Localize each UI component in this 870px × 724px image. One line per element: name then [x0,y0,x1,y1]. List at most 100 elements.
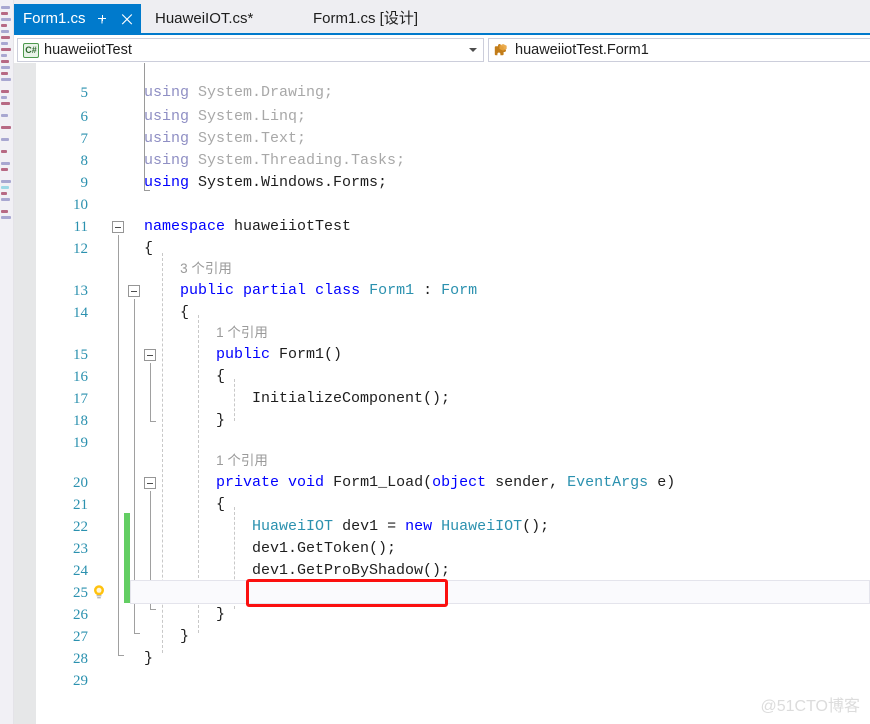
tab-form1-cs-design[interactable]: Form1.cs [设计] [304,4,427,33]
line-number: 23 [73,541,88,557]
code-map-mark [1,210,8,213]
line-content[interactable]: public Form1() [144,343,342,367]
code-editor-surface[interactable]: 5 using System.Drawing; 6 using System.Linq… [14,63,870,724]
code-map-mark [1,24,7,27]
line-number: 24 [73,563,88,579]
lightbulb-icon[interactable] [91,584,107,600]
code-map-mark [1,216,11,219]
editor-line[interactable]: 7 using System.Text; [14,127,870,151]
fold-toggle-form1load[interactable] [144,477,156,489]
codelens-reference-count[interactable]: 1 个引用 [216,449,268,473]
code-map-mark [1,126,11,129]
fold-toggle-namespace[interactable] [112,221,124,233]
line-content[interactable]: HuaweiIOT dev1 = new HuaweiIOT(); [144,515,549,539]
editor-line[interactable]: 19 [14,431,870,455]
line-number: 9 [80,175,89,191]
line-content[interactable]: { [144,237,153,261]
editor-line[interactable]: 26 } [14,603,870,627]
editor-line[interactable]: 13 public partial class Form1 : Form [14,279,870,303]
type-dropdown-value: huaweiiotTest [44,42,132,58]
code-map-mark [1,54,7,57]
code-map-mark [1,90,9,93]
editor-line[interactable]: 15 public Form1() [14,343,870,367]
using-block-bracket-foot [144,190,150,191]
line-number: 5 [80,85,89,101]
line-number: 18 [73,413,88,429]
line-content[interactable]: namespace huaweiiotTest [144,215,351,239]
line-content[interactable]: { [144,365,225,389]
code-map-strip[interactable] [0,0,14,724]
line-content[interactable]: } [144,647,153,671]
editor-line[interactable]: 6 using System.Linq; [14,105,870,129]
editor-line[interactable]: 17 InitializeComponent(); [14,387,870,411]
line-content[interactable]: dev1.GetToken(); [144,537,396,561]
document-tab-strip: Form1.cs HuaweiIOT.cs* Form1.cs [设计] [14,0,870,33]
line-number: 14 [73,305,88,321]
editor-line[interactable]: 23 dev1.GetToken(); [14,537,870,561]
editor-line[interactable]: 10 [14,193,870,217]
codelens-reference-count[interactable]: 3 个引用 [180,257,232,281]
editor-line[interactable]: 29 [14,669,870,693]
editor-line[interactable]: 8 using System.Threading.Tasks; [14,149,870,173]
line-number: 29 [73,673,88,689]
member-dropdown[interactable]: huaweiiotTest.Form1 [488,38,870,62]
line-content[interactable]: using System.Threading.Tasks; [144,149,405,173]
code-map-mark [1,186,9,189]
fold-bar-namespace [117,235,119,655]
tab-form1-cs[interactable]: Form1.cs [14,4,141,33]
line-content[interactable]: } [144,409,225,433]
line-content[interactable]: using System.Text; [144,127,306,151]
editor-line[interactable]: 16 { [14,365,870,389]
line-content[interactable]: { [144,493,225,517]
editor-line[interactable]: 28} [14,647,870,671]
editor-line[interactable]: 9 using System.Windows.Forms; [14,171,870,195]
editor-line[interactable]: 20 private void Form1_Load(object sender… [14,471,870,495]
code-map-mark [1,78,11,81]
visual-studio-editor-window: Form1.cs HuaweiIOT.cs* Form1.cs [设计] C# [0,0,870,724]
line-content[interactable]: using System.Windows.Forms; [144,171,387,195]
codelens-reference-count[interactable]: 1 个引用 [216,321,268,345]
code-map-mark [1,96,7,99]
editor-line[interactable]: 11 namespace huaweiiotTest [14,215,870,239]
line-content[interactable]: } [144,625,189,649]
line-content[interactable]: InitializeComponent(); [144,387,450,411]
code-map-mark [1,72,8,75]
line-number: 10 [73,197,88,213]
editor-line[interactable]: 5 using System.Drawing; [14,81,870,105]
chevron-down-icon[interactable] [469,48,477,52]
line-content[interactable]: using System.Drawing; [144,81,333,105]
line-content[interactable]: using System.Linq; [144,105,306,129]
tab-label: Form1.cs [23,10,86,27]
navigation-bar: C# huaweiiotTest huaweiiotTest.Form1 [14,33,870,63]
code-map-mark [1,180,11,183]
current-line-highlight [130,580,870,604]
editor-line[interactable]: 21 { [14,493,870,517]
code-map-mark [1,36,10,39]
code-map-mark [1,198,10,201]
editor-line[interactable]: 18 } [14,409,870,433]
editor-line[interactable]: 14 { [14,301,870,325]
editor-line[interactable]: 27 } [14,625,870,649]
line-number: 20 [73,475,88,491]
line-number: 12 [73,241,88,257]
line-number: 27 [73,629,88,645]
tab-huaweiiot-cs[interactable]: HuaweiIOT.cs* [146,4,262,33]
editor-line[interactable]: 22 HuaweiIOT dev1 = new HuaweiIOT(); [14,515,870,539]
fold-bar-namespace-end [117,655,124,656]
line-content[interactable]: public partial class Form1 : Form [144,279,477,303]
code-map-mark [1,42,8,45]
indent-guide [234,379,235,421]
line-content[interactable]: private void Form1_Load(object sender, E… [144,471,675,495]
fold-toggle-class[interactable] [128,285,140,297]
code-map-mark [1,30,9,33]
line-content[interactable]: { [144,301,189,325]
type-dropdown[interactable]: C# huaweiiotTest [17,38,484,62]
code-map-mark [1,138,9,141]
code-map-mark [1,6,10,9]
code-map-mark [1,18,11,21]
line-content[interactable]: } [144,603,225,627]
close-icon[interactable] [118,9,136,29]
pin-icon[interactable] [93,9,111,29]
fold-toggle-constructor[interactable] [144,349,156,361]
editor-line[interactable]: 12 { [14,237,870,261]
